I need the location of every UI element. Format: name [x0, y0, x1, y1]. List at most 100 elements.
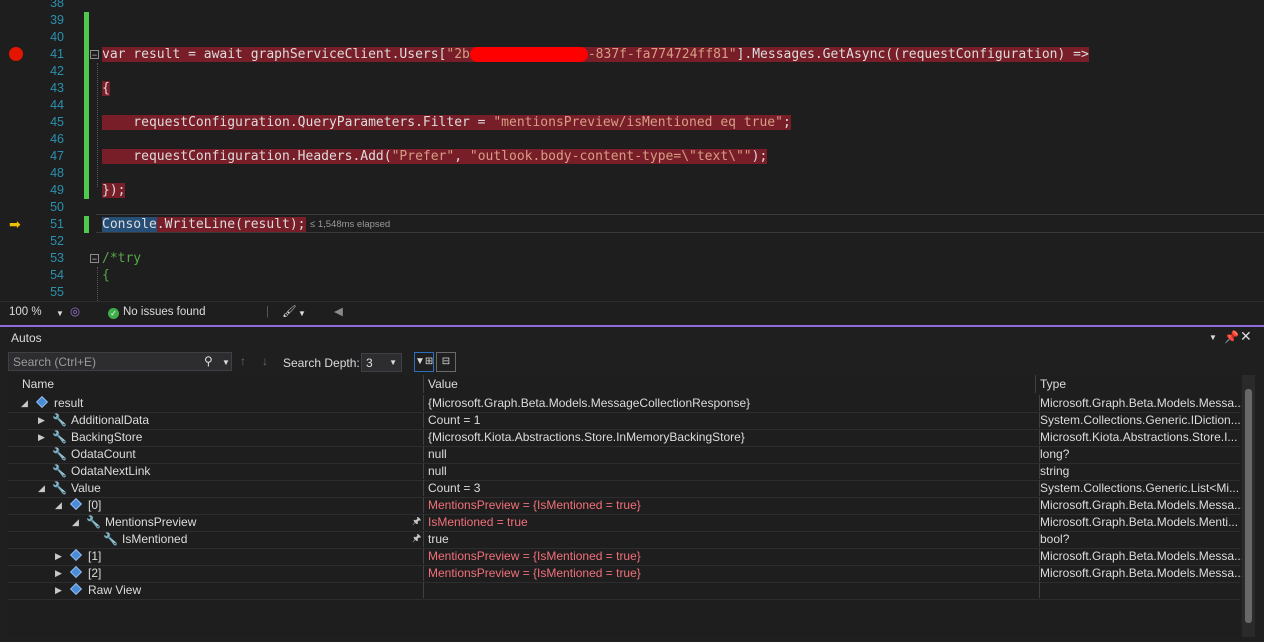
- chevron-down-icon[interactable]: ▼: [222, 358, 230, 367]
- expand-arrow-icon[interactable]: ▶: [55, 548, 62, 564]
- zoom-level[interactable]: 100 %: [9, 305, 42, 319]
- line-number: 47: [50, 149, 64, 163]
- table-row[interactable]: ▶ 🔧 AdditionalData Count = 1 System.Collec…: [8, 412, 1241, 430]
- depth-value: 3: [366, 356, 373, 370]
- line-number: 52: [50, 234, 64, 248]
- table-row[interactable]: ◢ [0] MentionsPreview = {IsMentioned = tr…: [8, 497, 1244, 515]
- search-depth-select[interactable]: 3 ▼: [361, 353, 402, 372]
- close-icon[interactable]: ✕: [1240, 328, 1252, 345]
- object-icon: [69, 565, 83, 579]
- property-icon: 🔧: [52, 481, 67, 495]
- line-number: 42: [50, 64, 64, 78]
- search-icon[interactable]: ⚲: [204, 354, 213, 368]
- code-line-41[interactable]: var result = await graphServiceClient.Us…: [102, 46, 1089, 63]
- collapse-arrow-icon[interactable]: ◢: [38, 480, 45, 496]
- table-row[interactable]: ▶ 🔧 BackingStore {Microsoft.Kiota.Abstract…: [8, 429, 1240, 447]
- code-line-54[interactable]: {: [102, 267, 110, 284]
- issues-indicator[interactable]: ✓ No issues found: [108, 305, 205, 319]
- scrollbar-thumb[interactable]: [1245, 389, 1252, 623]
- search-input[interactable]: Search (Ctrl+E): [8, 352, 232, 371]
- object-icon: [69, 497, 83, 511]
- column-header-type[interactable]: Type: [1036, 375, 1240, 393]
- code-line-49[interactable]: });: [102, 182, 126, 199]
- separator: |: [266, 306, 269, 318]
- chevron-down-icon[interactable]: ▼: [56, 307, 64, 321]
- property-icon: 🔧: [86, 515, 101, 529]
- line-number: 41: [50, 47, 64, 61]
- arrow-up-icon[interactable]: ↑: [240, 354, 246, 368]
- line-number: 38: [50, 0, 64, 10]
- current-statement-arrow-icon: ➡: [9, 216, 21, 232]
- object-icon: [69, 582, 83, 596]
- copilot-icon[interactable]: ◎: [70, 305, 80, 319]
- vertical-scrollbar[interactable]: [1242, 375, 1255, 637]
- line-number: 45: [50, 115, 64, 129]
- check-icon: ✓: [108, 308, 119, 319]
- column-header-value[interactable]: Value: [424, 375, 1036, 393]
- chevron-down-icon: ▼: [389, 358, 397, 367]
- expand-arrow-icon[interactable]: ▶: [38, 412, 45, 428]
- object-icon: [35, 395, 49, 409]
- issues-label: No issues found: [123, 306, 206, 318]
- pin-icon[interactable]: 🖈: [412, 514, 421, 530]
- table-row[interactable]: ▶ [2] MentionsPreview = {IsMentioned = tr…: [8, 565, 1244, 583]
- chevron-down-icon[interactable]: ▼: [298, 307, 306, 321]
- autos-grid[interactable]: Name Value Type ◢ result {Microsoft.Graph…: [8, 375, 1244, 637]
- glyph-margin[interactable]: ➡: [0, 0, 36, 301]
- code-line-51[interactable]: Console.WriteLine(result);: [102, 216, 306, 233]
- table-row[interactable]: 🔧 IsMentioned 🖈 true bool?: [8, 531, 1240, 549]
- autos-window: Autos ▼ 📌 ✕ Search (Ctrl+E) ⚲ ▼ ↑ ↓ Sear…: [0, 325, 1264, 642]
- collapse-icon[interactable]: −: [90, 50, 99, 60]
- perf-tip[interactable]: ≤ 1,548ms elapsed: [310, 216, 390, 233]
- collapse-arrow-icon[interactable]: ◢: [55, 497, 62, 513]
- dropdown-icon[interactable]: ▼: [1209, 333, 1217, 342]
- table-row[interactable]: ◢ result {Microsoft.Graph.Beta.Models.Mes…: [8, 395, 1244, 413]
- column-header-name[interactable]: Name: [18, 375, 424, 393]
- property-icon: 🔧: [52, 430, 67, 444]
- property-icon: 🔧: [52, 413, 67, 427]
- scroll-left-icon[interactable]: ◀: [334, 305, 343, 319]
- redaction-mark: [469, 47, 588, 62]
- line-number: 53: [50, 251, 64, 265]
- code-line-47[interactable]: requestConfiguration.Headers.Add("Prefer…: [102, 148, 768, 165]
- code-line-53[interactable]: /*try: [102, 250, 141, 267]
- arrow-down-icon[interactable]: ↓: [262, 354, 268, 368]
- line-number: 54: [50, 268, 64, 282]
- pin-icon[interactable]: 🖈: [412, 531, 421, 547]
- line-number: 49: [50, 183, 64, 197]
- table-row[interactable]: ▶ Raw View: [8, 582, 1240, 600]
- code-line-45[interactable]: requestConfiguration.QueryParameters.Fil…: [102, 114, 791, 131]
- code-line-43[interactable]: {: [102, 80, 110, 97]
- code-editor[interactable]: ➡ 38 39 40 41 42 43 44 45 46 47 48 49 50…: [0, 0, 1264, 301]
- collapse-arrow-icon[interactable]: ◢: [21, 395, 28, 411]
- collapse-icon[interactable]: −: [90, 254, 99, 264]
- brush-icon[interactable]: 🖌: [282, 305, 297, 319]
- search-depth-label: Search Depth:: [283, 356, 360, 370]
- format-button[interactable]: ⊟: [436, 352, 456, 372]
- line-number: 44: [50, 98, 64, 112]
- indent-guide: [97, 63, 99, 187]
- line-number: 50: [50, 200, 64, 214]
- property-icon: 🔧: [52, 464, 67, 478]
- expand-arrow-icon[interactable]: ▶: [55, 565, 62, 581]
- property-icon: 🔧: [52, 447, 67, 461]
- table-row[interactable]: ▶ [1] MentionsPreview = {IsMentioned = tr…: [8, 548, 1244, 566]
- change-indicator: [84, 12, 89, 199]
- change-indicator: [84, 216, 89, 233]
- table-row[interactable]: ◢ 🔧 Value Count = 3 System.Collections.Gen…: [8, 480, 1240, 498]
- breakpoint-icon[interactable]: [9, 47, 23, 61]
- editor-status-strip: 100 % ▼ ◎ ✓ No issues found | 🖌 ▼ ◀: [0, 301, 1264, 322]
- pin-icon[interactable]: 📌: [1224, 330, 1239, 344]
- indent-guide: [97, 267, 99, 301]
- table-row[interactable]: 🔧 OdataNextLink null string: [8, 463, 1240, 481]
- property-icon: 🔧: [103, 532, 118, 546]
- object-icon: [69, 548, 83, 562]
- pin-view-button[interactable]: ▼⊞: [414, 352, 434, 372]
- table-row[interactable]: 🔧 OdataCount null long?: [8, 446, 1240, 464]
- expand-arrow-icon[interactable]: ▶: [38, 429, 45, 445]
- line-number: 51: [50, 217, 64, 231]
- line-number: 55: [50, 285, 64, 299]
- collapse-arrow-icon[interactable]: ◢: [72, 514, 79, 530]
- table-row[interactable]: ◢ 🔧 MentionsPreview 🖈 IsMentioned = true Mi…: [8, 514, 1240, 532]
- expand-arrow-icon[interactable]: ▶: [55, 582, 62, 598]
